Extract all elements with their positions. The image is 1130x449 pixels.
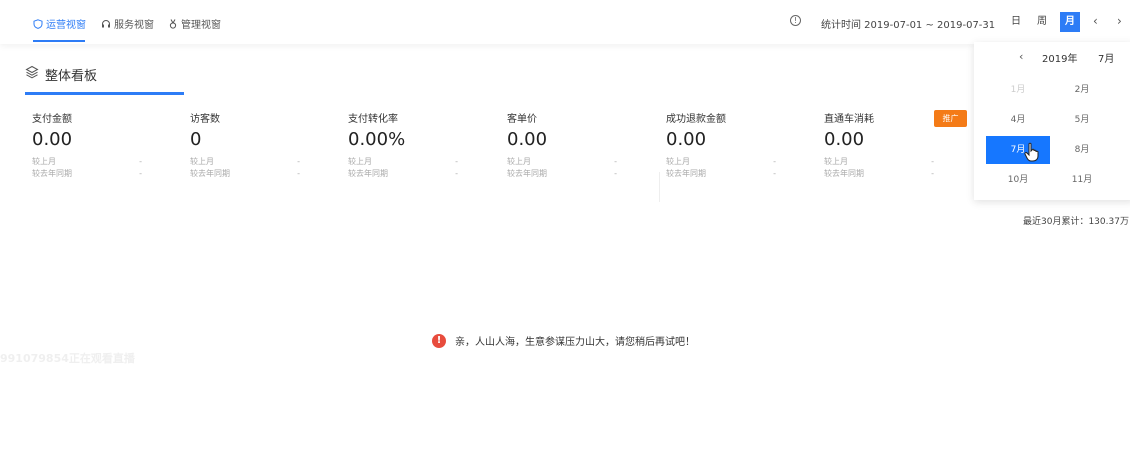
mom-value: -	[931, 157, 934, 166]
mom-label: 较上月	[190, 157, 214, 166]
metric-value: 0.00	[507, 129, 548, 150]
metric-conversion-rate[interactable]: 支付转化率 0.00% 较上月 - 较去年同期 -	[348, 110, 498, 180]
yoy-label: 较去年同期	[32, 169, 72, 178]
yoy-label: 较去年同期	[190, 169, 230, 178]
metric-refund-amount[interactable]: 成功退款金额 0.00 较上月 - 较去年同期 -	[666, 110, 816, 180]
yoy-label: 较去年同期	[666, 169, 706, 178]
mom-value: -	[297, 157, 300, 166]
layers-icon	[25, 65, 39, 79]
watermark-text: 991079854正在观看直播	[0, 352, 135, 365]
active-tab-indicator	[33, 40, 85, 42]
period-day-button[interactable]: 日	[1006, 12, 1026, 32]
mom-label: 较上月	[507, 157, 531, 166]
tab-management-view[interactable]: 管理视窗	[168, 16, 221, 31]
metric-avg-order-value[interactable]: 客单价 0.00 较上月 - 较去年同期 -	[507, 110, 657, 180]
yoy-value: -	[773, 169, 776, 178]
metric-label: 支付金额	[32, 114, 72, 125]
month-cell[interactable]: 1月	[986, 76, 1050, 104]
metric-label: 访客数	[190, 114, 220, 125]
error-message: ! 亲，人山人海，生意参谋压力山大，请您稍后再试吧！	[432, 333, 695, 348]
metric-label: 支付转化率	[348, 114, 398, 125]
tab-operations-view[interactable]: 运营视窗	[33, 16, 86, 31]
error-icon: !	[432, 333, 446, 348]
shield-icon	[33, 18, 43, 29]
period-week-button[interactable]: 周	[1032, 12, 1052, 32]
picker-month[interactable]: 7月	[1098, 50, 1114, 65]
period-month-button[interactable]: 月	[1060, 12, 1080, 32]
headset-icon	[102, 19, 110, 27]
yoy-value: -	[931, 169, 934, 178]
month-picker-dropdown: ‹ 2019年 7月 1月 2月 4月 5月 7月 8月 10月 11月	[974, 42, 1130, 200]
month-cell[interactable]: 2月	[1050, 76, 1114, 104]
yoy-value: -	[614, 169, 617, 178]
yoy-value: -	[297, 169, 300, 178]
month-cell[interactable]: 11月	[1050, 166, 1114, 194]
tab-service-view[interactable]: 服务视窗	[101, 16, 154, 31]
board-title-underline	[25, 92, 184, 95]
metric-value: 0.00	[32, 129, 73, 150]
tab-management-label: 管理视窗	[181, 20, 221, 31]
hand-cursor-icon	[1024, 142, 1039, 162]
tab-service-label: 服务视窗	[114, 20, 154, 31]
mom-label: 较上月	[666, 157, 690, 166]
metric-visitors[interactable]: 访客数 0 较上月 - 较去年同期 -	[190, 110, 340, 180]
accumulated-total: 最近30月累计：130.37万	[1023, 217, 1129, 227]
mom-label: 较上月	[824, 157, 848, 166]
chevron-right-icon[interactable]: ›	[1117, 14, 1122, 28]
metric-label: 客单价	[507, 114, 537, 125]
promo-badge[interactable]: 推广	[934, 110, 967, 127]
yoy-label: 较去年同期	[507, 169, 547, 178]
mom-label: 较上月	[32, 157, 56, 166]
error-text: 亲，人山人海，生意参谋压力山大，请您稍后再试吧！	[455, 337, 695, 348]
mom-value: -	[455, 157, 458, 166]
yoy-label: 较去年同期	[824, 169, 864, 178]
picker-year[interactable]: 2019年	[1042, 50, 1077, 65]
metric-label: 成功退款金额	[666, 114, 726, 125]
metric-value: 0	[190, 129, 202, 150]
month-cell[interactable]: 5月	[1050, 106, 1114, 134]
month-cell-selected[interactable]: 7月	[986, 136, 1050, 164]
mom-value: -	[773, 157, 776, 166]
mom-label: 较上月	[348, 157, 372, 166]
month-cell[interactable]: 10月	[986, 166, 1050, 194]
metric-divider	[659, 172, 660, 202]
month-cell[interactable]: 8月	[1050, 136, 1114, 164]
mom-value: -	[614, 157, 617, 166]
tab-operations-label: 运营视窗	[46, 20, 86, 31]
board-title: 整体看板	[45, 69, 98, 84]
medal-icon	[169, 18, 177, 29]
yoy-label: 较去年同期	[348, 169, 388, 178]
metric-value: 0.00	[666, 129, 707, 150]
top-nav-bar: 运营视窗 服务视窗 管理视窗 ! 统计时间 2019-07-01 ~ 2019-…	[0, 0, 1130, 44]
metric-value: 0.00%	[348, 129, 406, 150]
yoy-value: -	[455, 169, 458, 178]
yoy-value: -	[139, 169, 142, 178]
month-cell[interactable]: 4月	[986, 106, 1050, 134]
chevron-left-icon[interactable]: ‹	[1093, 14, 1098, 28]
metric-payment-amount[interactable]: 支付金额 0.00 较上月 - 较去年同期 -	[32, 110, 182, 180]
mom-value: -	[139, 157, 142, 166]
stat-time-range: 统计时间 2019-07-01 ~ 2019-07-31	[821, 20, 996, 31]
metric-value: 0.00	[824, 129, 865, 150]
info-icon[interactable]: !	[790, 15, 801, 26]
picker-prev-year-icon[interactable]: ‹	[1019, 50, 1023, 63]
